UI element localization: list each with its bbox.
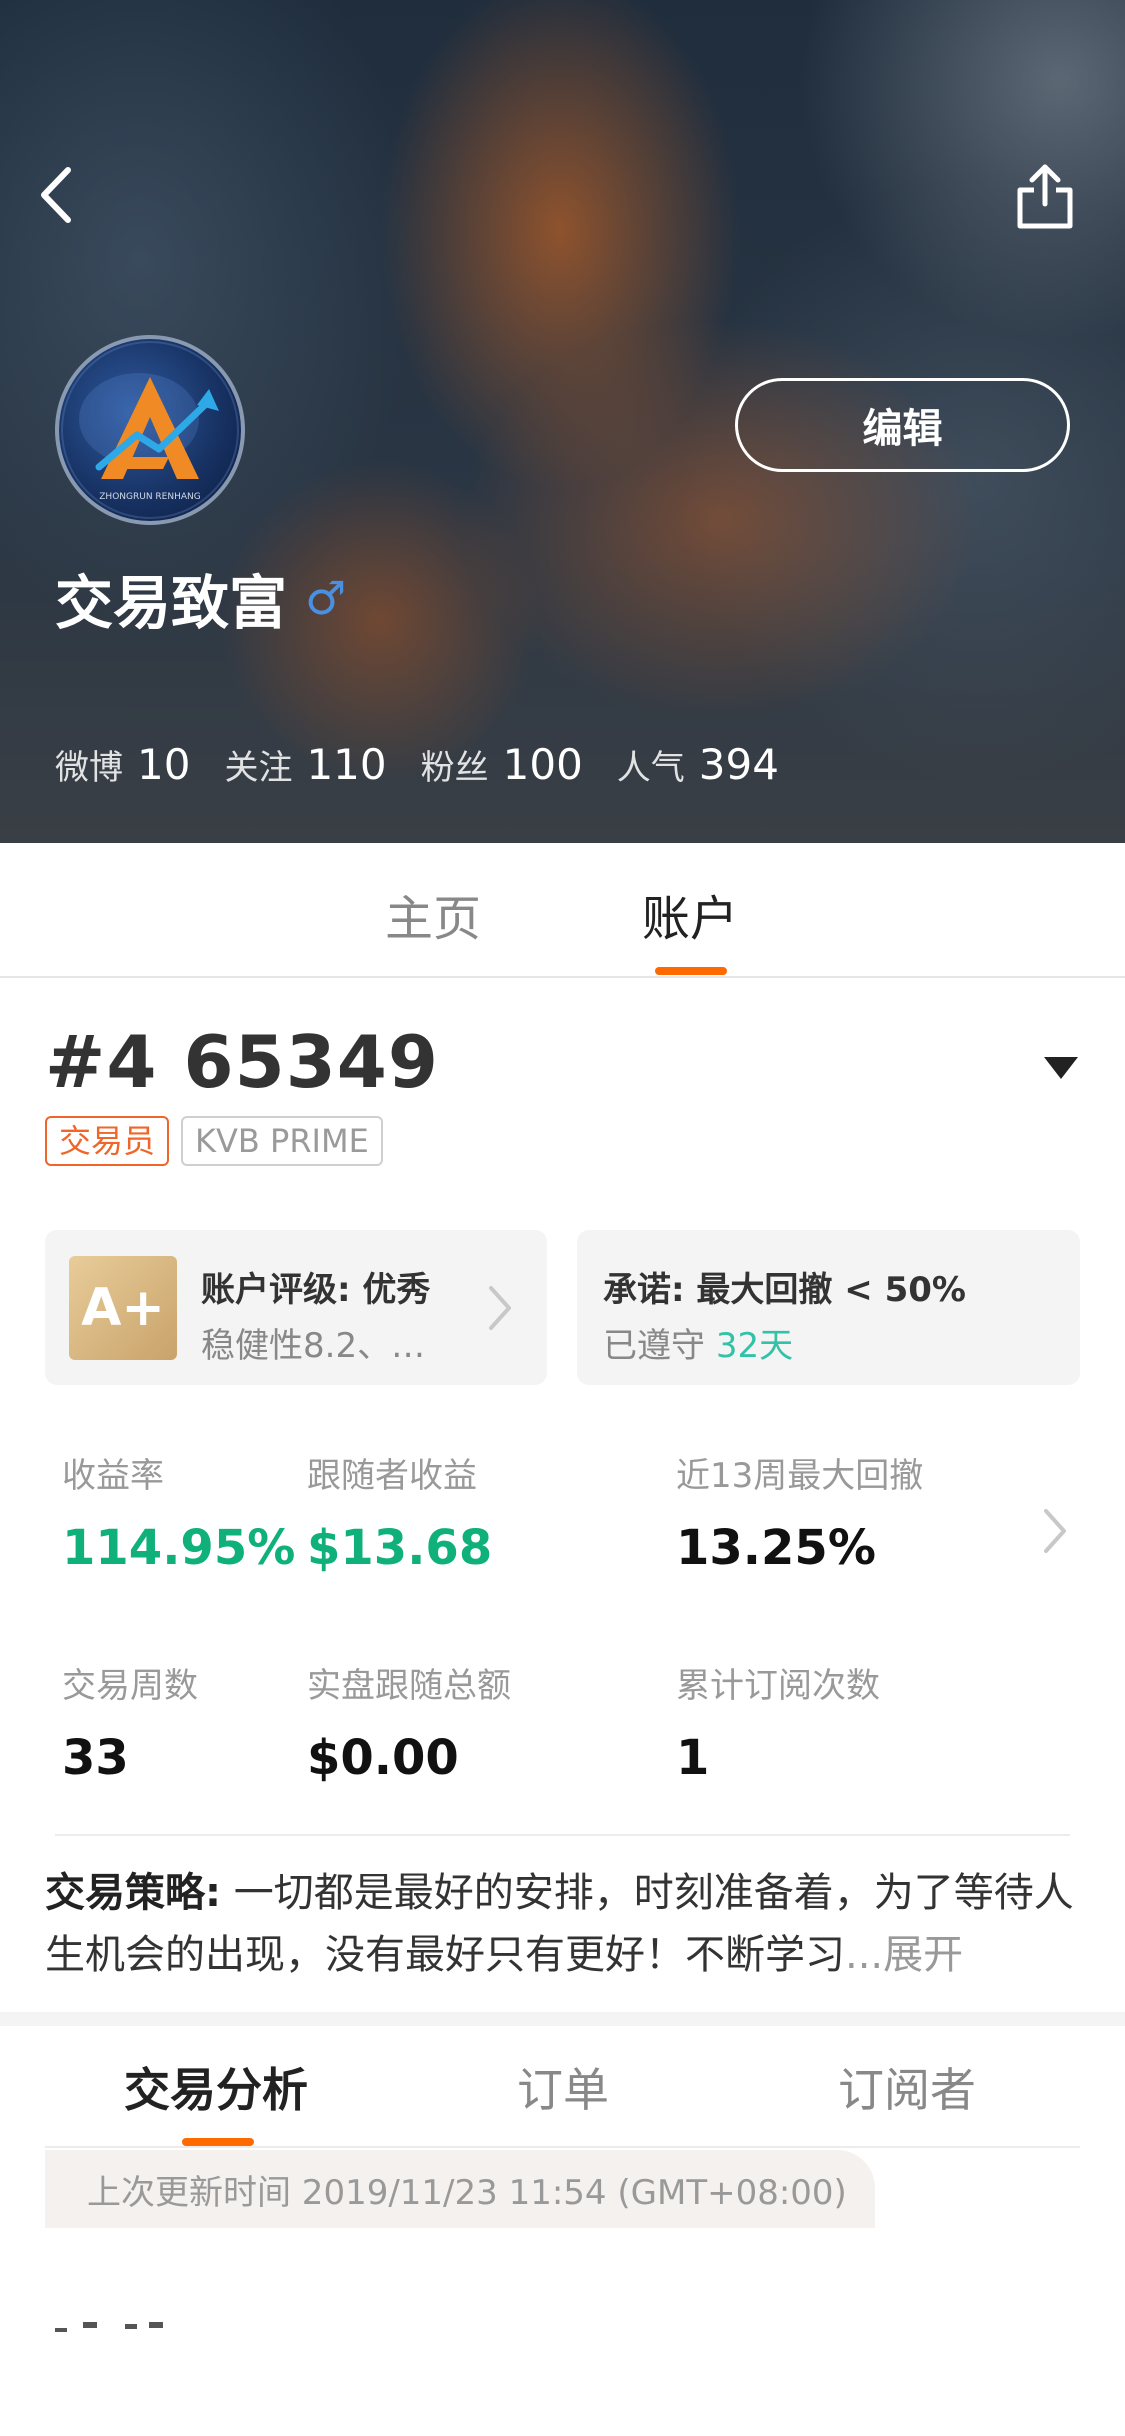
logo-icon: ZHONGRUN RENHANG xyxy=(61,341,239,519)
tab-subscribers[interactable]: 订阅者 xyxy=(838,2054,976,2120)
section-gap xyxy=(0,2012,1125,2026)
metric-label-trading-weeks: 交易周数 xyxy=(62,1666,198,1706)
account-number: #4 65349 xyxy=(45,1020,439,1104)
metric-label-subscriptions: 累计订阅次数 xyxy=(676,1666,880,1706)
metric-label-follower-profit: 跟随者收益 xyxy=(307,1456,477,1496)
share-icon xyxy=(1017,164,1073,229)
metric-value-subscriptions: 1 xyxy=(676,1730,710,1786)
strategy-expand-link[interactable]: ...展开 xyxy=(845,1932,963,1978)
metric-value-trading-weeks: 33 xyxy=(62,1730,129,1786)
tab-trading-analysis[interactable]: 交易分析 xyxy=(124,2054,308,2120)
stat-label: 微博 xyxy=(55,748,123,788)
stat-value: 110 xyxy=(306,740,387,789)
stat-weibo[interactable]: 微博 10 xyxy=(55,740,190,789)
avatar[interactable]: ZHONGRUN RENHANG xyxy=(55,335,245,525)
stat-value: 394 xyxy=(698,740,779,789)
tab-orders[interactable]: 订单 xyxy=(517,2054,609,2120)
rating-subtitle: 稳健性8.2、… xyxy=(201,1326,426,1366)
metric-label-max-drawdown: 近13周最大回撤 xyxy=(676,1456,924,1496)
metric-value-return: 114.95% xyxy=(62,1520,296,1576)
promise-title: 承诺: 最大回撤 < 50% xyxy=(603,1270,966,1310)
last-update-time: 上次更新时间 2019/11/23 11:54 (GMT+08:00) xyxy=(45,2150,875,2228)
active-tab-indicator xyxy=(655,967,727,975)
partially-visible-section-heading xyxy=(55,2322,163,2332)
strategy-label: 交易策略: xyxy=(45,1870,221,1916)
rating-title: 账户评级: 优秀 xyxy=(201,1270,431,1310)
analysis-tabs: 交易分析 订单 订阅者 xyxy=(0,2026,1125,2148)
profile-tabs: 主页 账户 xyxy=(0,843,1125,978)
avatar-logo-text: ZHONGRUN RENHANG xyxy=(99,492,200,502)
stat-popularity: 人气 394 xyxy=(617,740,779,789)
grade-badge: A+ xyxy=(69,1256,177,1360)
trader-badge: 交易员 xyxy=(45,1116,170,1166)
metric-label-follow-total: 实盘跟随总额 xyxy=(307,1666,511,1706)
promise-kept-label: 已遵守 xyxy=(603,1326,705,1366)
promise-card[interactable]: 承诺: 最大回撤 < 50% 已遵守 32天 xyxy=(577,1230,1080,1385)
tab-home[interactable]: 主页 xyxy=(385,879,481,949)
stat-label: 人气 xyxy=(616,748,685,788)
metrics-chevron-right-icon[interactable] xyxy=(1040,1505,1070,1557)
stat-value: 10 xyxy=(137,740,191,789)
trading-strategy: 交易策略: 一切都是最好的安排，时刻准备着，为了等待人生机会的出现，没有最好只有… xyxy=(45,1862,1085,1986)
share-button[interactable] xyxy=(1010,158,1080,232)
metric-value-max-drawdown: 13.25% xyxy=(676,1520,876,1576)
promise-kept-days: 32天 xyxy=(715,1326,794,1366)
metric-label-return: 收益率 xyxy=(62,1456,164,1496)
profile-header: ZHONGRUN RENHANG 编辑 交易致富 ♂ 微博 10 关注 110 … xyxy=(0,0,1125,843)
back-button[interactable] xyxy=(28,160,98,230)
stat-value: 100 xyxy=(502,740,583,789)
stat-followers[interactable]: 粉丝 100 xyxy=(421,740,583,789)
account-dropdown-button[interactable] xyxy=(1042,1055,1080,1081)
tabs-divider xyxy=(45,2146,1080,2148)
gender-icon: ♂ xyxy=(305,571,347,625)
username-text: 交易致富 xyxy=(55,569,288,637)
stat-label: 关注 xyxy=(224,748,293,788)
broker-badge: KVB PRIME xyxy=(181,1116,383,1166)
username: 交易致富 ♂ xyxy=(55,556,346,640)
chevron-right-icon xyxy=(489,1286,511,1330)
profile-stats: 微博 10 关注 110 粉丝 100 人气 394 xyxy=(55,740,813,789)
active-analysis-tab-indicator xyxy=(182,2138,254,2146)
stat-label: 粉丝 xyxy=(420,748,489,788)
metric-value-follower-profit: $13.68 xyxy=(307,1520,493,1576)
account-badges: 交易员 KVB PRIME xyxy=(45,1116,395,1166)
tab-account[interactable]: 账户 xyxy=(642,879,738,949)
account-rating-card[interactable]: A+ 账户评级: 优秀 稳健性8.2、… xyxy=(45,1230,547,1385)
chevron-left-icon xyxy=(41,167,71,223)
metric-value-follow-total: $0.00 xyxy=(307,1730,459,1786)
promise-status: 已遵守 32天 xyxy=(603,1318,793,1367)
caret-down-icon xyxy=(1044,1057,1078,1079)
section-divider xyxy=(55,1834,1070,1836)
edit-button[interactable]: 编辑 xyxy=(735,378,1070,472)
stat-following[interactable]: 关注 110 xyxy=(224,740,386,789)
